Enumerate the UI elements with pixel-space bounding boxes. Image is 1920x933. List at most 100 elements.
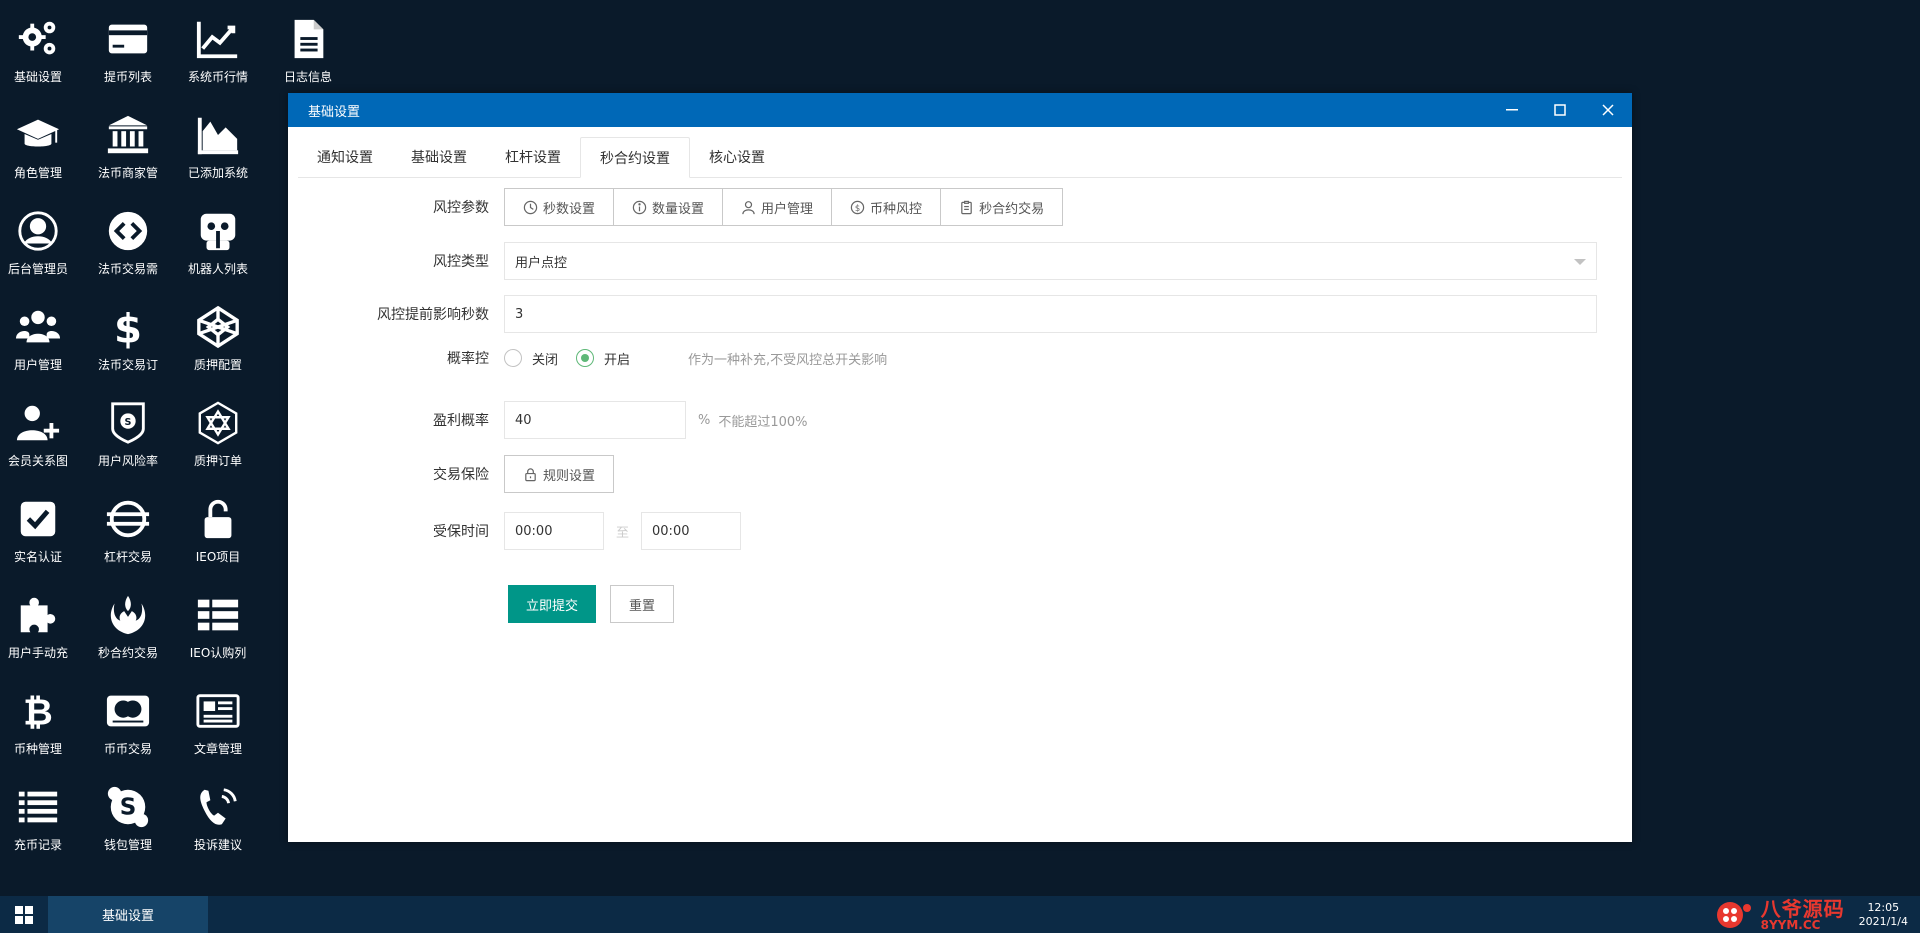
maximize-button[interactable] [1536,93,1584,127]
rule-settings-button[interactable]: 规则设置 [504,455,615,493]
tab-notification[interactable]: 通知设置 [298,137,392,177]
desktop-icon-staking-orders[interactable]: 质押订单 [172,384,264,476]
second-contract-trade-button[interactable]: 秒合约交易 [941,189,1063,225]
system-clock[interactable]: 12:05 2021/1/4 [1859,901,1908,929]
close-icon [1602,104,1614,116]
desktop-icon-users[interactable]: 用户管理 [0,288,84,380]
globe-stroke-icon [106,500,150,538]
insurance-row: 交易保险 规则设置 [288,455,615,493]
desktop-icon-deposit-records[interactable]: 充币记录 [0,768,84,860]
reset-button[interactable]: 重置 [610,585,675,623]
unlock-icon [204,499,232,539]
profit-rate-input[interactable] [515,412,685,428]
desktop-icon-ieo-subscriptions[interactable]: IEO认购列 [172,576,264,668]
form-actions: 立即提交 重置 [508,585,675,623]
window-titlebar[interactable]: 基础设置 [288,93,1632,127]
desktop-icon-basic-settings[interactable]: 基础设置 [0,0,84,92]
desktop-icon-articles[interactable]: 文章管理 [172,672,264,764]
probability-row: 概率控 关闭 开启 作为一种补充,不受风控总开关影响 [288,348,887,368]
desktop-icon-spot-trade[interactable]: 币币交易 [82,672,174,764]
desktop-icon-ieo-projects[interactable]: IEO项目 [172,480,264,572]
desktop-icon-robots[interactable]: 机器人列表 [172,192,264,284]
risk-seconds-input[interactable] [515,306,1596,322]
risk-seconds-label: 风控提前影响秒数 [377,307,489,323]
radio-circle [576,349,595,367]
clipboard-icon [961,200,972,214]
start-button[interactable] [0,896,48,933]
user-plus-icon [16,405,60,441]
risk-type-label: 风控类型 [433,254,489,270]
button-label: 规则设置 [543,468,596,484]
desktop-icon-market[interactable]: 系统币行情 [172,0,264,92]
desktop-icon-member-graph[interactable]: 会员关系图 [0,384,84,476]
desktop-icon-second-contract[interactable]: 秒合约交易 [82,576,174,668]
desktop-icon-roles[interactable]: 角色管理 [0,96,84,188]
checkbox-icon [20,501,56,537]
tab-leverage[interactable]: 杠杆设置 [486,137,580,177]
insured-time-row: 受保时间 至 [288,512,742,550]
desktop-icon-user-risk[interactable]: S 用户风险率 [82,384,174,476]
desktop-icon-fiat-orders[interactable]: $ 法币交易订 [82,288,174,380]
minimize-button[interactable] [1488,93,1536,127]
submit-button[interactable]: 立即提交 [508,585,597,623]
profit-rate-row: 盈利概率 % 不能超过100% [288,401,808,439]
probability-off-radio[interactable]: 关闭 [504,349,558,368]
tab-second-contract[interactable]: 秒合约设置 [580,137,690,178]
probability-hint: 作为一种补充,不受风控总开关影响 [688,352,888,368]
dollar-icon: $ [114,306,142,350]
robot-icon [200,213,236,251]
quantity-settings-button[interactable]: 数量设置 [614,189,724,225]
tab-core[interactable]: 核心设置 [690,137,784,177]
profit-rate-label: 盈利概率 [433,413,489,429]
risk-type-select[interactable]: 用户点控 [504,242,1597,280]
desktop-icon-label: 币种管理 [13,742,62,756]
desktop-icon-kyc[interactable]: 实名认证 [0,480,84,572]
shield-coin-icon: S [111,402,145,444]
button-label: 币种风控 [870,201,923,217]
desktop-icon-fiat-demand[interactable]: 法币交易需 [82,192,174,284]
desktop-icon-added-system[interactable]: 已添加系统 [172,96,264,188]
seconds-settings-button[interactable]: 秒数设置 [505,189,615,225]
users-icon [15,310,61,343]
button-label: 秒合约交易 [979,201,1045,217]
desktop-icon-wallets[interactable]: S 钱包管理 [82,768,174,860]
insured-end-input[interactable] [652,523,741,539]
svg-text:S: S [125,417,132,428]
desktop-icon-label: 系统币行情 [187,70,248,84]
desktop-icon-leverage-trade[interactable]: 杠杆交易 [82,480,174,572]
close-button[interactable] [1584,93,1632,127]
taskbar-item-basic-settings[interactable]: 基础设置 [48,896,208,933]
info-icon [632,200,647,214]
risk-params-button-group: 秒数设置 数量设置 用户管理 $ 币种风控 秒合约交易 [504,188,1064,226]
desktop-icon-fiat-merchants[interactable]: 法币商家管 [82,96,174,188]
clock-icon [523,200,538,214]
desktop-icon-label: 投诉建议 [193,838,242,852]
insured-start-input[interactable] [515,523,603,539]
probability-on-radio[interactable]: 开启 [576,349,630,368]
time-separator: 至 [616,525,630,541]
button-label: 数量设置 [652,201,705,217]
user-management-button[interactable]: 用户管理 [723,189,833,225]
desktop-icon-manual-deposit[interactable]: 用户手动充 [0,576,84,668]
bitcoin-icon: ₿ [23,690,53,733]
maximize-icon [1554,104,1566,116]
percent-unit: % [698,412,711,428]
desktop-icon-staking-config[interactable]: 质押配置 [172,288,264,380]
desktop-icon-admins[interactable]: 后台管理员 [0,192,84,284]
list-bars-icon [18,791,58,823]
tab-basic[interactable]: 基础设置 [392,137,486,177]
svg-text:S: S [120,795,137,821]
newspaper-icon [196,694,240,728]
window-controls [1488,93,1632,127]
chevron-down-icon [1574,259,1586,265]
desktop-icon-withdraw-list[interactable]: 提币列表 [82,0,174,92]
profit-rate-hint: 不能超过100% [718,414,808,430]
coin-risk-button[interactable]: $ 币种风控 [832,189,942,225]
desktop-icon-label: 后台管理员 [7,262,68,276]
button-label: 用户管理 [761,201,814,217]
line-chart-icon [196,21,238,59]
desktop-icon-logs[interactable]: 日志信息 [262,0,354,92]
desktop-icon-coins[interactable]: ₿ 币种管理 [0,672,84,764]
desktop-icon-complaints[interactable]: 投诉建议 [172,768,264,860]
settings-tabs: 通知设置 基础设置 杠杆设置 秒合约设置 核心设置 [298,137,1622,178]
